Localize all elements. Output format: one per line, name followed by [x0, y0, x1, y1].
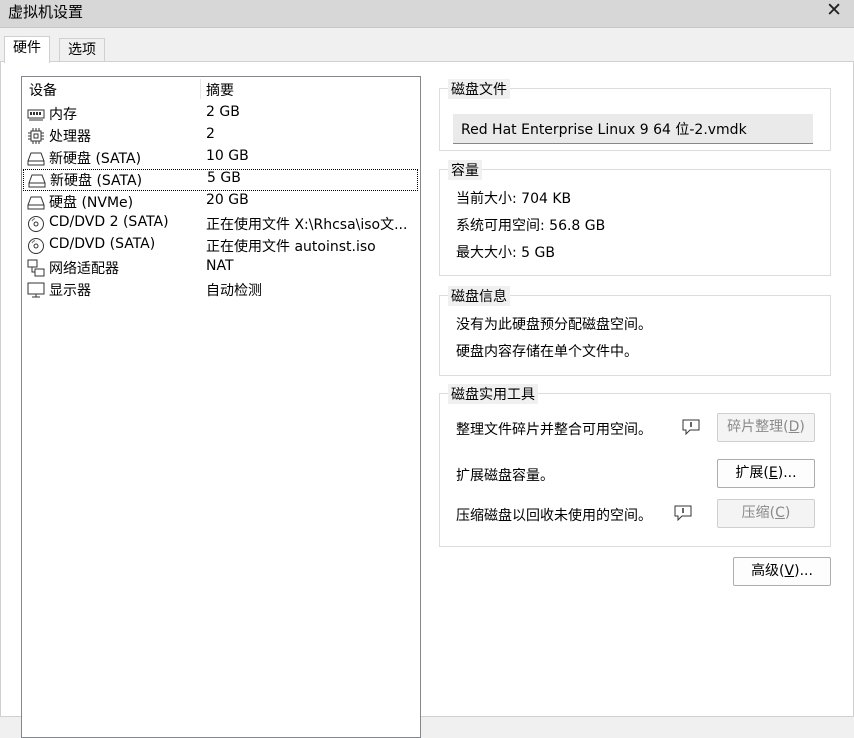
defragment-button-accesskey: D [789, 419, 800, 435]
disk-utilities-group: 磁盘实用工具 整理文件碎片并整合可用空间。 碎片整理(D) 扩展磁盘容量。 扩展… [439, 393, 831, 547]
expand-button-label: 扩展( [735, 465, 768, 481]
device-row-network-adapter[interactable]: 网络适配器 NAT [22, 257, 420, 279]
disk-file-group: 磁盘文件 Red Hat Enterprise Linux 9 64 位-2.v… [439, 88, 831, 151]
device-list-header: 设备 摘要 [22, 77, 420, 101]
tab-options[interactable]: 选项 [59, 38, 105, 62]
device-summary: 正在使用文件 X:\Rhcsa\iso文... [206, 214, 418, 234]
device-summary: 5 GB [207, 170, 419, 186]
info-bubble-icon[interactable] [674, 505, 692, 521]
expand-button[interactable]: 扩展(E)... [717, 459, 815, 488]
advanced-button[interactable]: 高级(V)... [733, 557, 831, 586]
close-icon[interactable]: ✕ [826, 0, 842, 21]
expand-button-label-tail: )... [778, 465, 797, 481]
defragment-button-label-tail: ) [799, 419, 804, 435]
disk-utilities-group-title: 磁盘实用工具 [448, 384, 538, 404]
cd-dvd-icon [27, 237, 45, 255]
window-title: 虚拟机设置 [8, 1, 83, 22]
hard-disk-icon [27, 149, 45, 167]
disk-file-path-field[interactable]: Red Hat Enterprise Linux 9 64 位-2.vmdk [453, 114, 813, 144]
expand-button-accesskey: E [769, 465, 778, 481]
compact-button-accesskey: C [775, 505, 785, 521]
device-summary: 2 [206, 126, 418, 142]
device-row-new-disk-sata-2[interactable]: 新硬盘 (SATA) 5 GB [23, 169, 418, 191]
disk-info-group: 磁盘信息 没有为此硬盘预分配磁盘空间。 硬盘内容存储在单个文件中。 [439, 295, 831, 376]
device-name: 处理器 [49, 126, 91, 146]
capacity-group: 容量 当前大小: 704 KB 系统可用空间: 56.8 GB 最大大小: 5 … [439, 169, 831, 276]
device-name: 内存 [49, 104, 77, 124]
defragment-description: 整理文件碎片并整合可用空间。 [456, 419, 652, 439]
compact-description: 压缩磁盘以回收未使用的空间。 [456, 505, 652, 525]
tab-hardware[interactable]: 硬件 [4, 36, 50, 63]
device-name: 网络适配器 [49, 258, 119, 278]
device-summary: 自动检测 [206, 280, 418, 300]
advanced-button-accesskey: V [785, 563, 795, 579]
compact-button-label-tail: ) [785, 505, 790, 521]
defragment-button-label: 碎片整理( [727, 419, 788, 435]
advanced-button-label-tail: )... [794, 563, 813, 579]
expand-description: 扩展磁盘容量。 [456, 465, 554, 485]
device-row-disk-nvme[interactable]: 硬盘 (NVMe) 20 GB [22, 191, 420, 213]
max-size-label: 最大大小: 5 GB [456, 242, 555, 262]
device-row-new-disk-sata-1[interactable]: 新硬盘 (SATA) 10 GB [22, 147, 420, 169]
advanced-button-label: 高级( [751, 563, 784, 579]
tab-strip: 硬件 选项 [0, 36, 854, 62]
cpu-icon [27, 127, 45, 145]
system-free-space-label: 系统可用空间: 56.8 GB [456, 215, 605, 235]
hard-disk-icon [28, 171, 46, 189]
device-row-cd-dvd[interactable]: CD/DVD (SATA) 正在使用文件 autoinst.iso [22, 235, 420, 257]
device-summary: 10 GB [206, 148, 418, 164]
disk-file-path-value: Red Hat Enterprise Linux 9 64 位-2.vmdk [461, 119, 747, 139]
device-name: CD/DVD 2 (SATA) [49, 214, 169, 230]
device-name: 新硬盘 (SATA) [50, 170, 142, 190]
hard-disk-icon [27, 193, 45, 211]
device-list[interactable]: 设备 摘要 内存 2 GB 处理器 2 新硬盘 (SATA) 10 GB 新硬盘… [21, 76, 421, 738]
device-row-cd-dvd-2[interactable]: CD/DVD 2 (SATA) 正在使用文件 X:\Rhcsa\iso文... [22, 213, 420, 235]
cd-dvd-icon [27, 215, 45, 233]
device-summary: 20 GB [206, 192, 418, 208]
device-summary: 2 GB [206, 104, 418, 120]
device-name: 新硬盘 (SATA) [49, 148, 141, 168]
device-row-memory[interactable]: 内存 2 GB [22, 103, 420, 125]
network-adapter-icon [27, 259, 45, 277]
memory-icon [27, 105, 45, 123]
display-icon [27, 281, 45, 299]
defragment-button[interactable]: 碎片整理(D) [717, 413, 815, 442]
capacity-group-title: 容量 [448, 160, 482, 180]
info-bubble-icon[interactable] [682, 419, 700, 435]
current-size-label: 当前大小: 704 KB [456, 188, 571, 208]
disk-info-line-2: 硬盘内容存储在单个文件中。 [456, 341, 638, 361]
device-name: 显示器 [49, 280, 91, 300]
device-row-processor[interactable]: 处理器 2 [22, 125, 420, 147]
compact-button-label: 压缩( [742, 505, 775, 521]
column-header-device[interactable]: 设备 [29, 80, 57, 100]
column-header-summary[interactable]: 摘要 [206, 80, 234, 100]
disk-file-group-title: 磁盘文件 [448, 79, 510, 99]
column-divider[interactable] [200, 79, 201, 99]
disk-info-line-1: 没有为此硬盘预分配磁盘空间。 [456, 314, 652, 334]
device-row-display[interactable]: 显示器 自动检测 [22, 279, 420, 301]
title-bar: 虚拟机设置 ✕ [0, 0, 854, 28]
device-summary: NAT [206, 258, 418, 274]
compact-button[interactable]: 压缩(C) [717, 499, 815, 528]
disk-info-group-title: 磁盘信息 [448, 286, 510, 306]
device-name: CD/DVD (SATA) [49, 236, 155, 252]
device-name: 硬盘 (NVMe) [49, 192, 133, 212]
device-summary: 正在使用文件 autoinst.iso [206, 236, 418, 256]
